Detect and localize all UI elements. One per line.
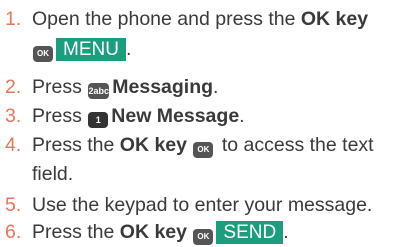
step-text: . [125, 38, 132, 60]
step-number: 5. [5, 194, 22, 216]
step-number: 2. [5, 76, 22, 98]
step-text: Open the phone and press the [32, 8, 301, 30]
step-text: to access the text [216, 134, 374, 156]
step-text: Press the [32, 221, 120, 243]
step-text: Use the keypad to enter your message. [32, 194, 373, 216]
step-text: field. [32, 163, 74, 185]
step-text: Press [32, 105, 88, 127]
ok-key-label: OK key [119, 221, 187, 243]
ok-key-label: OK key [119, 134, 187, 156]
send-softkey-label: SEND [216, 221, 284, 244]
step-number: 4. [5, 134, 22, 156]
ok-key-label: OK key [300, 8, 369, 30]
key-1-icon: 1 [88, 112, 109, 128]
messaging-label: Messaging [112, 76, 214, 98]
step-number: 3. [5, 105, 22, 127]
menu-softkey-label: MENU [56, 38, 126, 61]
step-text: Press the [32, 134, 120, 156]
step-text: Press [32, 76, 88, 98]
ok-key-icon: OK [33, 46, 53, 62]
new-message-label: New Message [111, 105, 240, 127]
ok-key-icon: OK [193, 142, 214, 158]
key-2-icon: 2abc [88, 83, 110, 99]
step-number: 1. [5, 8, 22, 30]
